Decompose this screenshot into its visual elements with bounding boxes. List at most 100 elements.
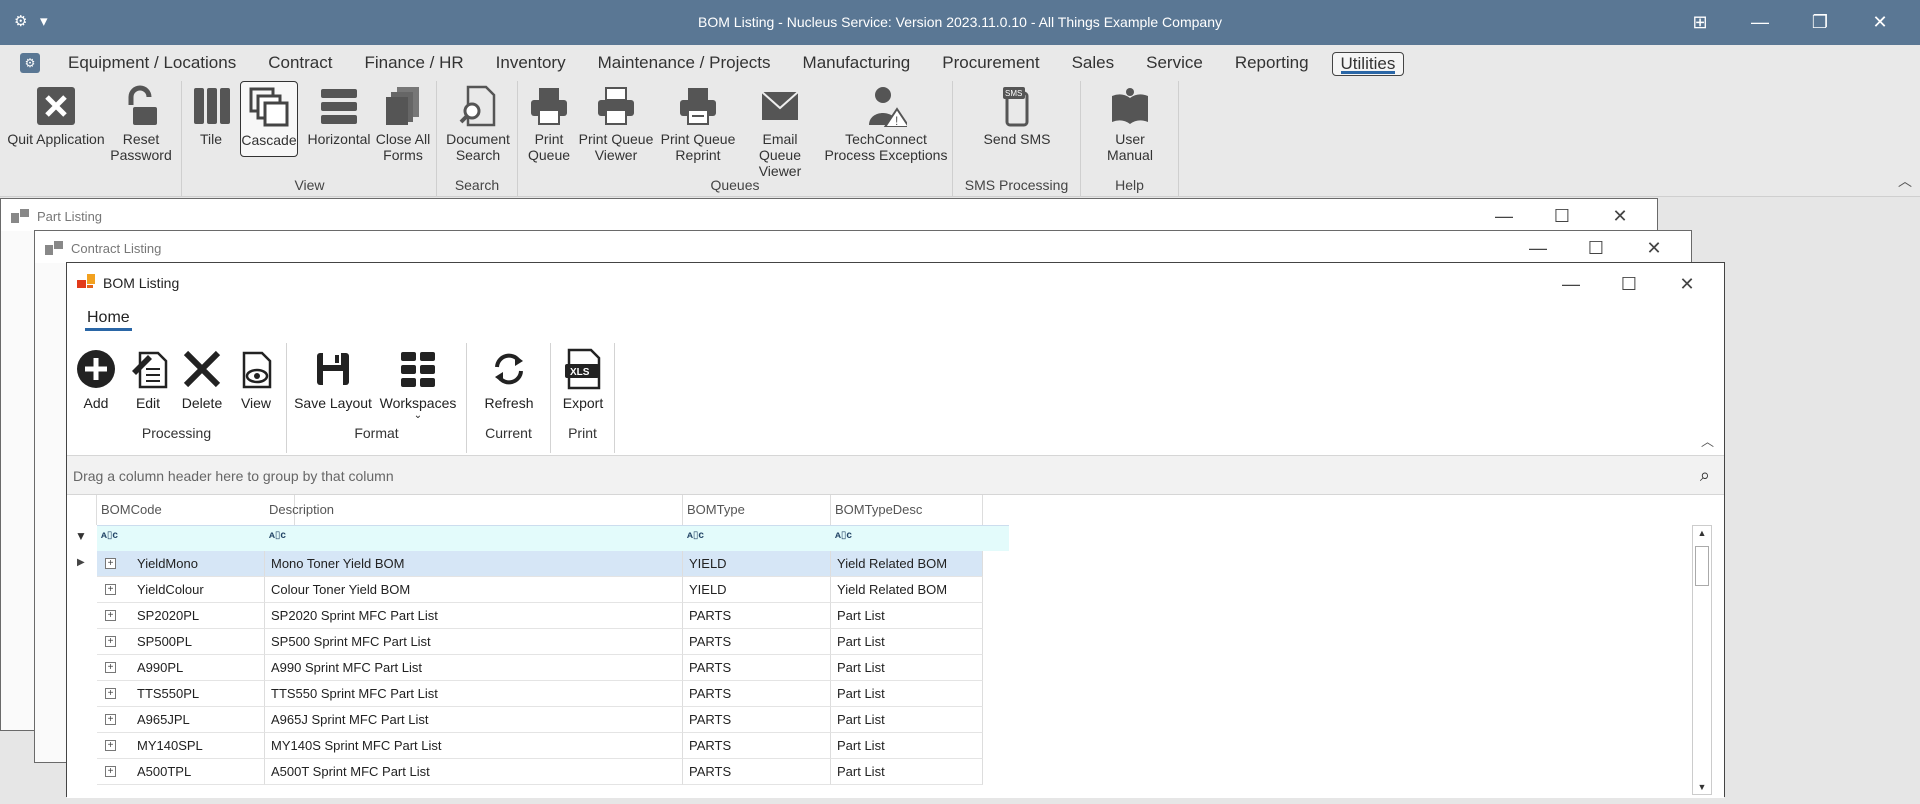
restore-button[interactable]: ❐: [1790, 8, 1850, 36]
document-search-button[interactable]: Document Search: [441, 84, 515, 163]
column-header-bomtype[interactable]: BOMType: [683, 495, 831, 525]
table-cell[interactable]: A965J Sprint MFC Part List: [265, 707, 683, 733]
table-cell[interactable]: Part List: [831, 681, 983, 707]
filter-bomtype[interactable]: ᴀ▯c: [687, 530, 704, 541]
quit-application-button[interactable]: Quit Application: [6, 84, 106, 147]
tile-button[interactable]: Tile: [191, 84, 231, 147]
expand-row-icon[interactable]: +: [105, 584, 116, 595]
table-cell[interactable]: YieldColour: [97, 577, 265, 603]
minimize-button[interactable]: —: [1475, 203, 1533, 229]
table-cell[interactable]: PARTS: [683, 707, 831, 733]
column-header-description[interactable]: Description: [265, 495, 683, 525]
table-cell[interactable]: TTS550PL: [97, 681, 265, 707]
view-button[interactable]: View: [233, 347, 279, 411]
table-row[interactable]: A500TPL A500T Sprint MFC Part List PARTS Pa…: [67, 759, 1009, 785]
filter-bomcode[interactable]: ᴀ▯c: [101, 530, 118, 541]
table-cell[interactable]: SP500 Sprint MFC Part List: [265, 629, 683, 655]
print-queue-reprint-button[interactable]: Print Queue Reprint: [660, 84, 736, 163]
table-cell[interactable]: Yield Related BOM: [831, 551, 983, 577]
cascade-button[interactable]: Cascade: [240, 81, 298, 157]
table-cell[interactable]: A990 Sprint MFC Part List: [265, 655, 683, 681]
menu-utilities[interactable]: Utilities: [1331, 52, 1405, 76]
search-icon[interactable]: ⌕: [1700, 465, 1710, 486]
scroll-up-icon[interactable]: ▲: [1693, 528, 1711, 538]
save-layout-button[interactable]: Save Layout: [293, 347, 373, 411]
table-cell[interactable]: A990PL: [97, 655, 265, 681]
table-row[interactable]: YieldColour Colour Toner Yield BOM YIELD Yi…: [67, 577, 1009, 603]
expand-row-icon[interactable]: +: [105, 610, 116, 621]
table-cell[interactable]: SP2020 Sprint MFC Part List: [265, 603, 683, 629]
menu-maintenance-projects[interactable]: Maintenance / Projects: [598, 52, 771, 76]
refresh-button[interactable]: Refresh: [477, 347, 541, 411]
expand-row-icon[interactable]: +: [105, 766, 116, 777]
menu-finance-hr[interactable]: Finance / HR: [364, 52, 463, 76]
maximize-button[interactable]: ☐: [1533, 203, 1591, 229]
filter-icon[interactable]: ▼: [75, 529, 87, 543]
filter-bomtypedesc[interactable]: ᴀ▯c: [835, 530, 852, 541]
table-row[interactable]: A965JPL A965J Sprint MFC Part List PARTS Pa…: [67, 707, 1009, 733]
close-button[interactable]: ✕: [1625, 235, 1683, 261]
layout-icon[interactable]: ⊞: [1670, 8, 1730, 36]
table-cell[interactable]: A965JPL: [97, 707, 265, 733]
delete-button[interactable]: Delete: [177, 347, 227, 411]
table-cell[interactable]: SP2020PL: [97, 603, 265, 629]
techconnect-process-exceptions-button[interactable]: ! TechConnect Process Exceptions: [823, 84, 949, 163]
table-row[interactable]: SP500PL SP500 Sprint MFC Part List PARTS Pa…: [67, 629, 1009, 655]
menu-contract[interactable]: Contract: [268, 52, 332, 76]
table-cell[interactable]: SP500PL: [97, 629, 265, 655]
table-cell[interactable]: PARTS: [683, 733, 831, 759]
tab-home[interactable]: Home: [85, 309, 132, 331]
print-queue-viewer-button[interactable]: Print Queue Viewer: [578, 84, 654, 163]
table-cell[interactable]: TTS550 Sprint MFC Part List: [265, 681, 683, 707]
close-button[interactable]: ✕: [1850, 8, 1910, 36]
vertical-scrollbar[interactable]: ▲ ▼: [1692, 525, 1712, 795]
menu-manufacturing[interactable]: Manufacturing: [803, 52, 911, 76]
maximize-button[interactable]: ☐: [1600, 271, 1658, 297]
table-cell[interactable]: PARTS: [683, 655, 831, 681]
scroll-thumb[interactable]: [1695, 546, 1709, 586]
minimize-button[interactable]: —: [1730, 8, 1790, 36]
table-cell[interactable]: Colour Toner Yield BOM: [265, 577, 683, 603]
table-cell[interactable]: MY140S Sprint MFC Part List: [265, 733, 683, 759]
expand-row-icon[interactable]: +: [105, 636, 116, 647]
app-menu-icon[interactable]: ⚙: [20, 53, 40, 73]
menu-procurement[interactable]: Procurement: [942, 52, 1039, 76]
menu-sales[interactable]: Sales: [1072, 52, 1115, 76]
table-cell[interactable]: PARTS: [683, 681, 831, 707]
add-button[interactable]: Add: [73, 347, 119, 411]
table-row[interactable]: MY140SPL MY140S Sprint MFC Part List PARTS…: [67, 733, 1009, 759]
expand-row-icon[interactable]: +: [105, 688, 116, 699]
minimize-button[interactable]: —: [1542, 271, 1600, 297]
table-cell[interactable]: PARTS: [683, 759, 831, 785]
table-cell[interactable]: Part List: [831, 759, 983, 785]
expand-row-icon[interactable]: +: [105, 662, 116, 673]
horizontal-button[interactable]: Horizontal: [303, 84, 375, 147]
table-cell[interactable]: Part List: [831, 603, 983, 629]
user-manual-button[interactable]: User Manual: [1091, 84, 1169, 163]
expand-row-icon[interactable]: +: [105, 714, 116, 725]
bom-listing-window[interactable]: BOM Listing — ☐ ✕ Home Add Edit Delete V…: [66, 262, 1725, 798]
table-cell[interactable]: Part List: [831, 707, 983, 733]
table-row[interactable]: TTS550PL TTS550 Sprint MFC Part List PARTS…: [67, 681, 1009, 707]
table-cell[interactable]: MY140SPL: [97, 733, 265, 759]
menu-service[interactable]: Service: [1146, 52, 1203, 76]
edit-button[interactable]: Edit: [125, 347, 171, 411]
maximize-button[interactable]: ☐: [1567, 235, 1625, 261]
collapse-ribbon-icon[interactable]: ︿: [1898, 171, 1912, 191]
column-header-bomtypedesc[interactable]: BOMTypeDesc: [831, 495, 983, 525]
table-cell[interactable]: YIELD: [683, 551, 831, 577]
table-row[interactable]: ▶ YieldMono Mono Toner Yield BOM YIELD Yield…: [67, 551, 1009, 577]
send-sms-button[interactable]: SMS Send SMS: [979, 84, 1055, 147]
print-queue-button[interactable]: Print Queue: [528, 84, 570, 163]
table-cell[interactable]: Part List: [831, 655, 983, 681]
filter-description[interactable]: ᴀ▯c: [269, 530, 286, 541]
scroll-down-icon[interactable]: ▼: [1693, 782, 1711, 792]
table-cell[interactable]: YIELD: [683, 577, 831, 603]
table-cell[interactable]: A500TPL: [97, 759, 265, 785]
menu-reporting[interactable]: Reporting: [1235, 52, 1309, 76]
minimize-button[interactable]: —: [1509, 235, 1567, 261]
expand-row-icon[interactable]: +: [105, 740, 116, 751]
table-row[interactable]: SP2020PL SP2020 Sprint MFC Part List PARTS…: [67, 603, 1009, 629]
table-cell[interactable]: Yield Related BOM: [831, 577, 983, 603]
menu-equipment-locations[interactable]: Equipment / Locations: [68, 52, 236, 76]
